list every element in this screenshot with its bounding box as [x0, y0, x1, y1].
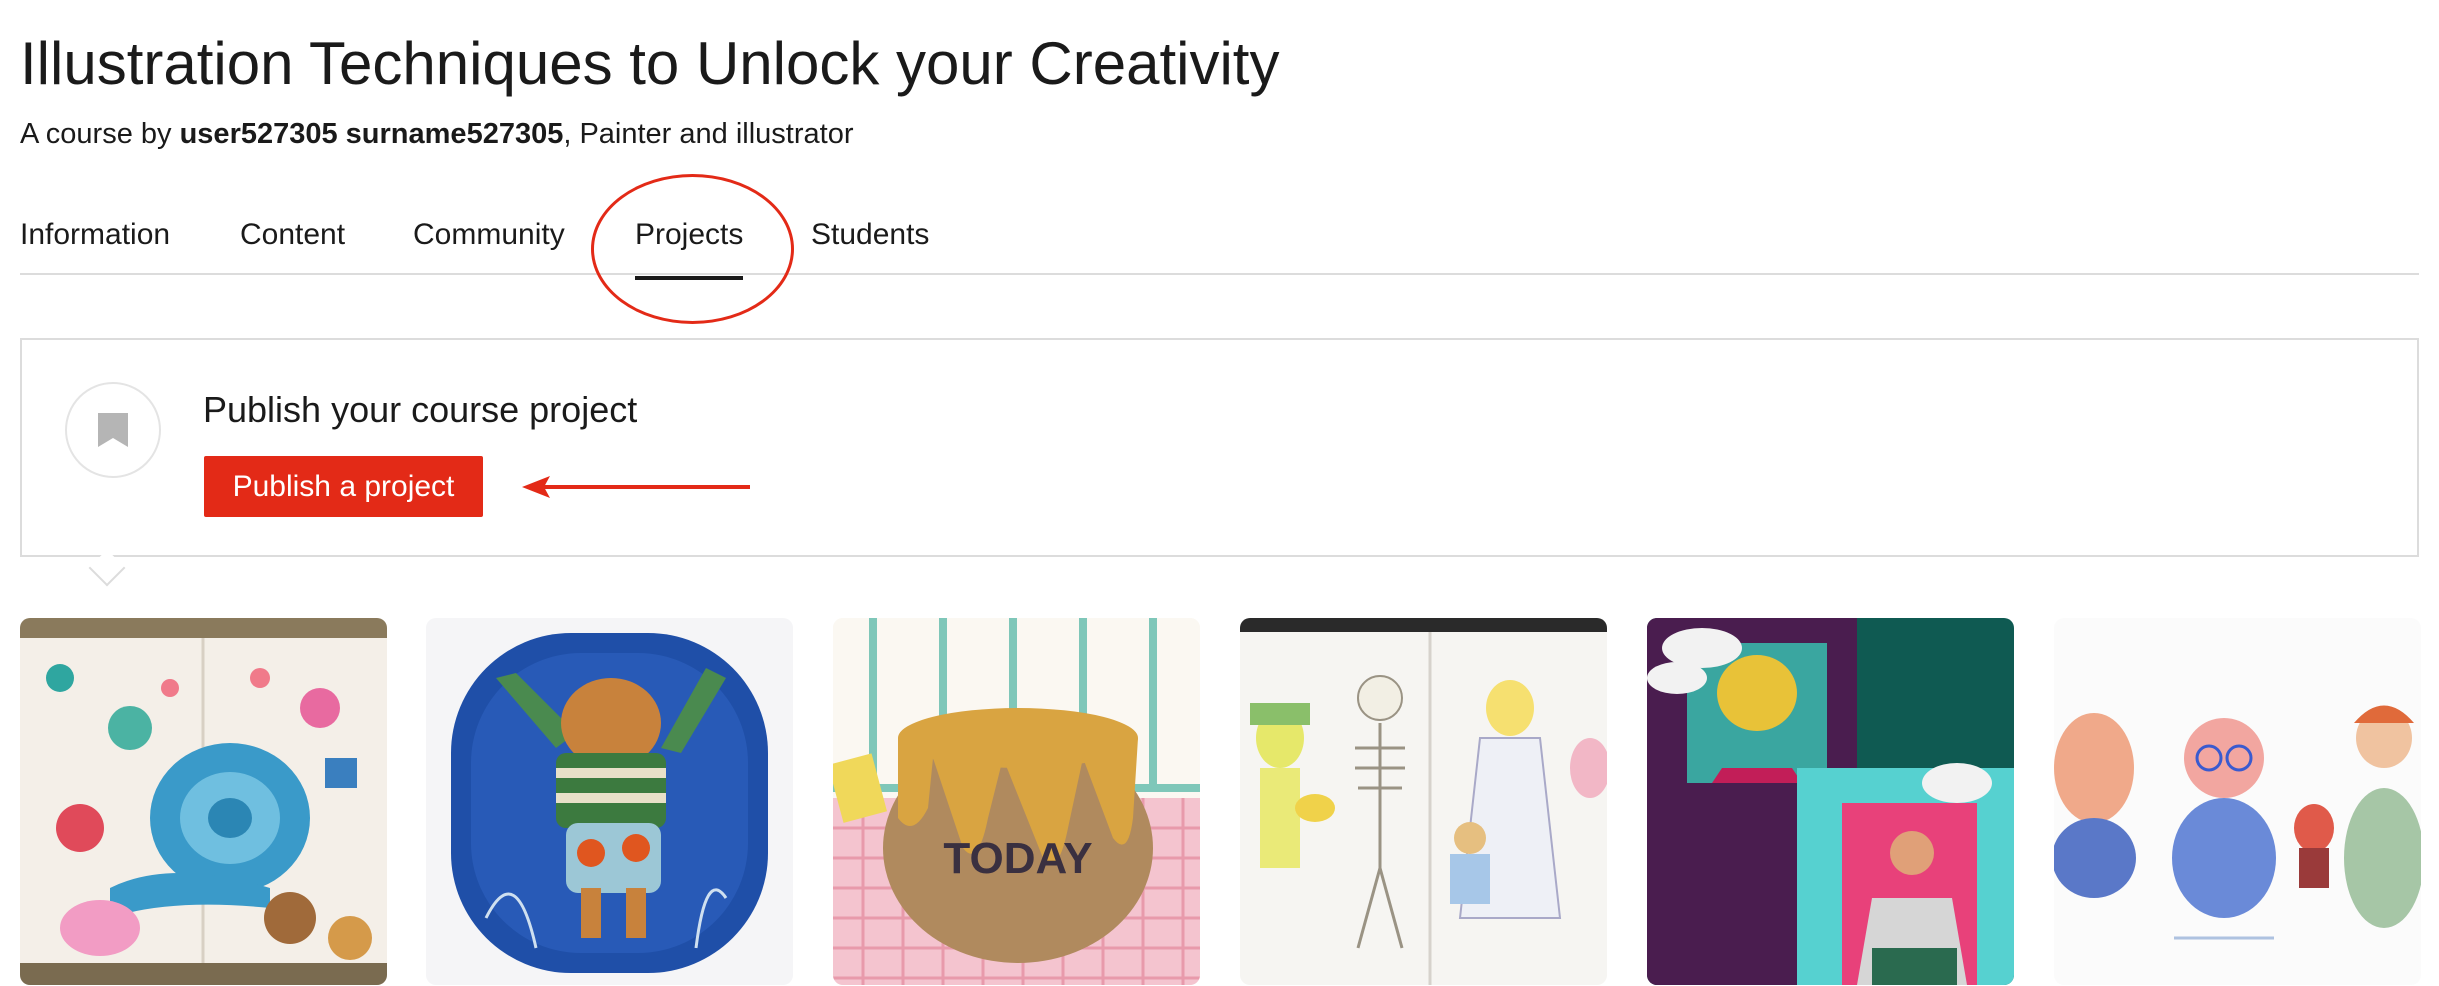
byline-prefix: A course by [20, 118, 180, 150]
tab-students[interactable]: Students [811, 215, 929, 255]
author-role: , Painter and illustrator [563, 118, 854, 150]
course-title: Illustration Techniques to Unlock your C… [20, 30, 1280, 97]
course-byline: A course by user527305 surname527305, Pa… [20, 114, 854, 154]
tab-community[interactable]: Community [413, 215, 565, 255]
arrow-annotation [522, 476, 750, 498]
author-name[interactable]: user527305 surname527305 [180, 118, 564, 150]
publish-project-panel: Publish your course project Publish a pr… [20, 338, 2419, 557]
honey-pot-label: TODAY [943, 834, 1092, 883]
highlight-circle-annotation [591, 174, 794, 324]
project-thumbnail-smoking-portraits[interactable] [1647, 618, 2014, 985]
project-thumbnail-honey-pot-today[interactable]: TODAY [833, 618, 1200, 985]
bookmark-icon [98, 413, 128, 447]
avatar [65, 382, 161, 478]
tab-content[interactable]: Content [240, 215, 345, 255]
project-thumbnail-whimsical-characters[interactable] [2054, 618, 2421, 985]
publish-project-button[interactable]: Publish a project [204, 456, 483, 517]
project-thumbnail-snail-illustrations[interactable] [20, 618, 387, 985]
project-thumbnail-marionette-sketches[interactable] [1240, 618, 1607, 985]
publish-panel-title: Publish your course project [203, 389, 638, 430]
tab-information[interactable]: Information [20, 215, 170, 255]
project-thumbnail-fox-in-sweater[interactable] [426, 618, 793, 985]
course-tabs: Information Content Community Projects S… [20, 205, 2419, 280]
